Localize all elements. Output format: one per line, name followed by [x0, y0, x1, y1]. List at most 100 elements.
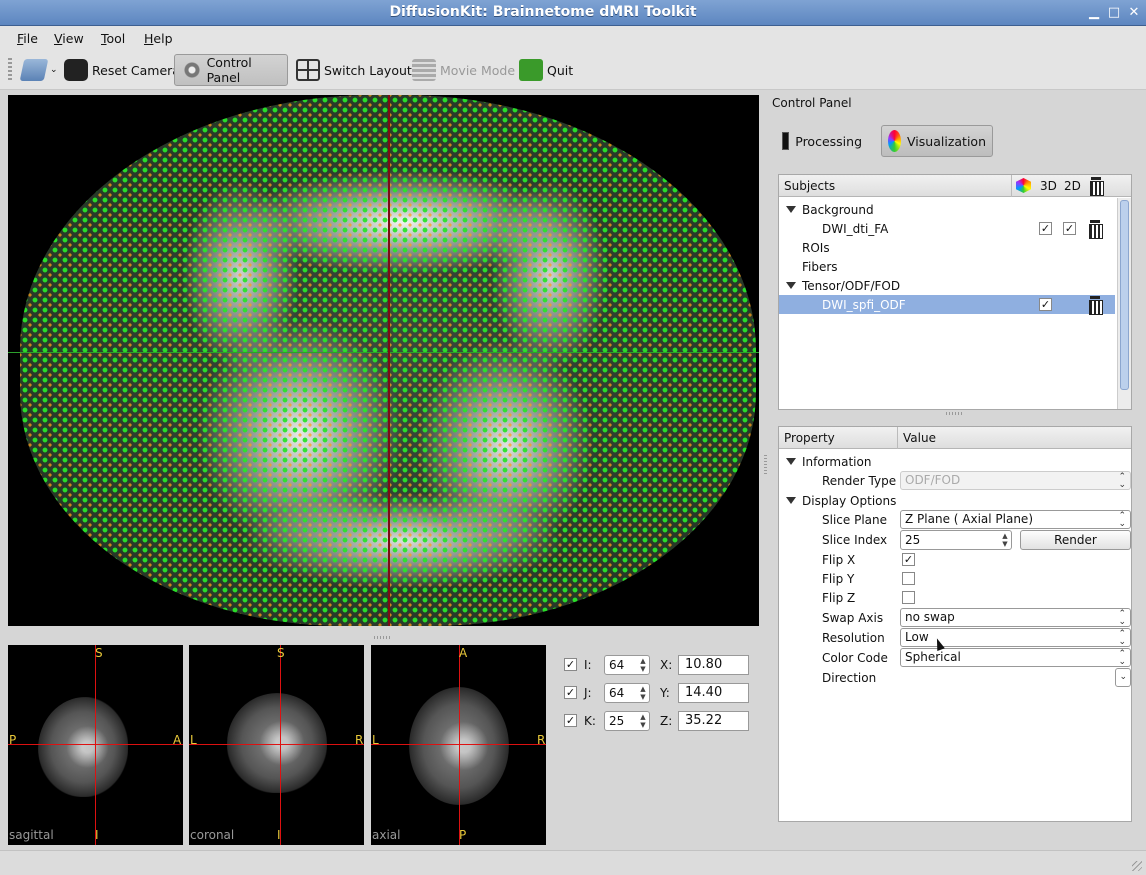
processing-button[interactable]: Processing [776, 125, 868, 157]
gears-icon [181, 59, 203, 81]
slice-index-label: Slice Index [822, 533, 888, 547]
switch-layout-label: Switch Layout [324, 62, 412, 78]
chevron-down-icon: ⌄ [50, 65, 58, 75]
control-panel-label: Control Panel [206, 55, 252, 85]
orientation-top: S [95, 646, 103, 660]
col-2d[interactable]: 2D [1064, 179, 1081, 193]
spin-arrows-icon[interactable]: ▲ ▼ [638, 685, 648, 701]
k-checkbox[interactable]: ✓ [564, 714, 577, 727]
col-3d[interactable]: 3D [1040, 179, 1057, 193]
color-wheel-icon[interactable] [1016, 178, 1031, 193]
sagittal-label: sagittal [9, 828, 54, 842]
z-label: Z: [660, 714, 673, 728]
spin-arrows-icon[interactable]: ▲ ▼ [638, 657, 648, 673]
spin-arrows-icon[interactable]: ▲ ▼ [1000, 532, 1010, 548]
maximize-icon[interactable]: □ [1106, 5, 1122, 21]
close-icon[interactable]: ✕ [1126, 5, 1142, 21]
folder-icon [19, 59, 49, 81]
flip-x-checkbox[interactable]: ✓ [902, 553, 915, 566]
splitter-handle[interactable] [374, 636, 390, 639]
sagittal-view[interactable]: S I P A sagittal [8, 645, 183, 845]
property-header: Property Value [779, 427, 1131, 449]
menu-tool[interactable]: Tool [101, 31, 125, 46]
coronal-view[interactable]: S I L R coronal [189, 645, 364, 845]
expand-icon[interactable] [786, 282, 796, 289]
i-checkbox[interactable]: ✓ [564, 658, 577, 671]
flip-y-checkbox[interactable] [902, 572, 915, 585]
tree-item-dwi-dti-fa[interactable]: DWI_dti_FA ✓ ✓ [779, 219, 1115, 239]
3d-checkbox[interactable]: ✓ [1039, 222, 1052, 235]
render-button[interactable]: Render [1020, 530, 1131, 550]
control-panel-button[interactable]: Control Panel [174, 54, 288, 86]
y-field[interactable]: 14.40 [678, 683, 749, 703]
scrollbar-thumb[interactable] [1120, 200, 1129, 390]
vertical-scrollbar[interactable] [1117, 198, 1131, 409]
tree-item-dwi-spfi-odf[interactable]: DWI_spfi_ODF ✓ [779, 295, 1115, 315]
minimize-icon[interactable]: ▁ [1086, 5, 1102, 21]
quit-button[interactable]: Quit [513, 54, 579, 86]
tree-item-background[interactable]: Background [779, 200, 1115, 219]
trash-icon[interactable] [1088, 177, 1104, 196]
tree-item-tensor[interactable]: Tensor/ODF/FOD [779, 276, 1115, 295]
reset-camera-button[interactable]: Reset Camera [58, 54, 186, 86]
delete-icon[interactable] [1087, 220, 1103, 239]
orientation-top: A [459, 646, 468, 660]
slice-index-spinbox[interactable]: 25 ▲ ▼ [900, 530, 1012, 550]
group-label: Display Options [802, 493, 897, 508]
panel-splitter[interactable] [946, 412, 962, 415]
menu-view[interactable]: View [54, 31, 84, 46]
menu-help[interactable]: Help [144, 31, 173, 46]
y-label: Y: [660, 686, 670, 700]
menu-file[interactable]: File [17, 31, 38, 46]
open-button[interactable]: ⌄ [16, 54, 64, 86]
i-label: I: [584, 658, 592, 672]
layout-icon [296, 59, 320, 81]
j-spinbox[interactable]: 64 ▲ ▼ [604, 683, 650, 703]
direction-label: Direction [822, 671, 877, 685]
k-label: K: [584, 714, 596, 728]
j-checkbox[interactable]: ✓ [564, 686, 577, 699]
flip-x-label: Flip X [822, 553, 856, 567]
orientation-right: A [173, 733, 182, 747]
orientation-right: R [537, 733, 546, 747]
j-value: 64 [609, 686, 625, 700]
dock-splitter[interactable] [764, 455, 767, 475]
reset-camera-label: Reset Camera [92, 62, 180, 78]
2d-checkbox[interactable]: ✓ [1063, 222, 1076, 235]
direction-select[interactable]: ⌄ [1115, 668, 1131, 687]
toolbar-grip[interactable] [8, 58, 12, 82]
tree-label: ROIs [802, 240, 830, 255]
main-render-view[interactable] [8, 95, 759, 626]
tree-item-rois[interactable]: ROIs [779, 238, 1115, 257]
orientation-left: L [190, 733, 197, 747]
resize-grip-icon[interactable] [1132, 861, 1142, 871]
tree-item-fibers[interactable]: Fibers [779, 257, 1115, 276]
delete-icon[interactable] [1087, 296, 1103, 315]
flip-z-label: Flip Z [822, 591, 856, 605]
expand-icon[interactable] [786, 458, 796, 465]
tree-label: Background [802, 202, 874, 217]
movie-mode-button[interactable]: Movie Mode [406, 54, 521, 86]
slice-plane-select[interactable]: Z Plane ( Axial Plane) ⌃ ⌄ [900, 510, 1131, 529]
color-code-select[interactable]: Spherical ⌃ ⌄ [900, 648, 1131, 667]
expand-icon[interactable] [786, 206, 796, 213]
switch-layout-button[interactable]: Switch Layout [290, 54, 418, 86]
visualization-button[interactable]: Visualization [881, 125, 993, 157]
expand-icon[interactable] [786, 497, 796, 504]
coronal-label: coronal [190, 828, 235, 842]
3d-checkbox[interactable]: ✓ [1039, 298, 1052, 311]
x-field[interactable]: 10.80 [678, 655, 749, 675]
swap-axis-select[interactable]: no swap ⌃ ⌄ [900, 608, 1131, 627]
flip-z-checkbox[interactable] [902, 591, 915, 604]
axial-view[interactable]: A P L R axial [371, 645, 546, 845]
tree-label: DWI_spfi_ODF [822, 297, 906, 312]
subjects-header-label: Subjects [784, 179, 836, 193]
z-field[interactable]: 35.22 [678, 711, 749, 731]
k-spinbox[interactable]: 25 ▲ ▼ [604, 711, 650, 731]
spin-arrows-icon[interactable]: ▲ ▼ [638, 713, 648, 729]
subjects-tree: Subjects 3D 2D Background DWI_dti_FA ✓ ✓… [778, 174, 1132, 410]
i-spinbox[interactable]: 64 ▲ ▼ [604, 655, 650, 675]
window-title: DiffusionKit: Brainnetome dMRI Toolkit [389, 4, 697, 20]
orientation-bottom: P [459, 828, 467, 842]
visualization-icon [888, 130, 902, 152]
